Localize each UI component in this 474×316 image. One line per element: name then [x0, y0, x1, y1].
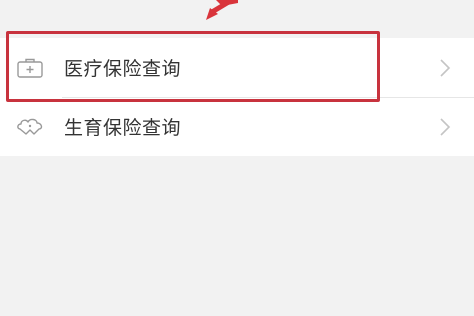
chevron-right-icon — [440, 58, 451, 77]
medical-kit-icon — [15, 56, 45, 80]
menu-item-medical-insurance[interactable]: 医疗保险查询 — [0, 38, 474, 97]
chevron-right-icon — [440, 117, 451, 136]
red-arrow-icon — [206, 0, 238, 20]
baby-cloud-icon — [15, 115, 45, 139]
empty-content-area — [0, 156, 474, 316]
insurance-query-list: 医疗保险查询 生育保险查询 — [0, 38, 474, 156]
menu-item-label: 医疗保险查询 — [64, 58, 182, 80]
menu-item-maternity-insurance[interactable]: 生育保险查询 — [0, 97, 474, 156]
menu-item-label: 生育保险查询 — [64, 117, 182, 139]
